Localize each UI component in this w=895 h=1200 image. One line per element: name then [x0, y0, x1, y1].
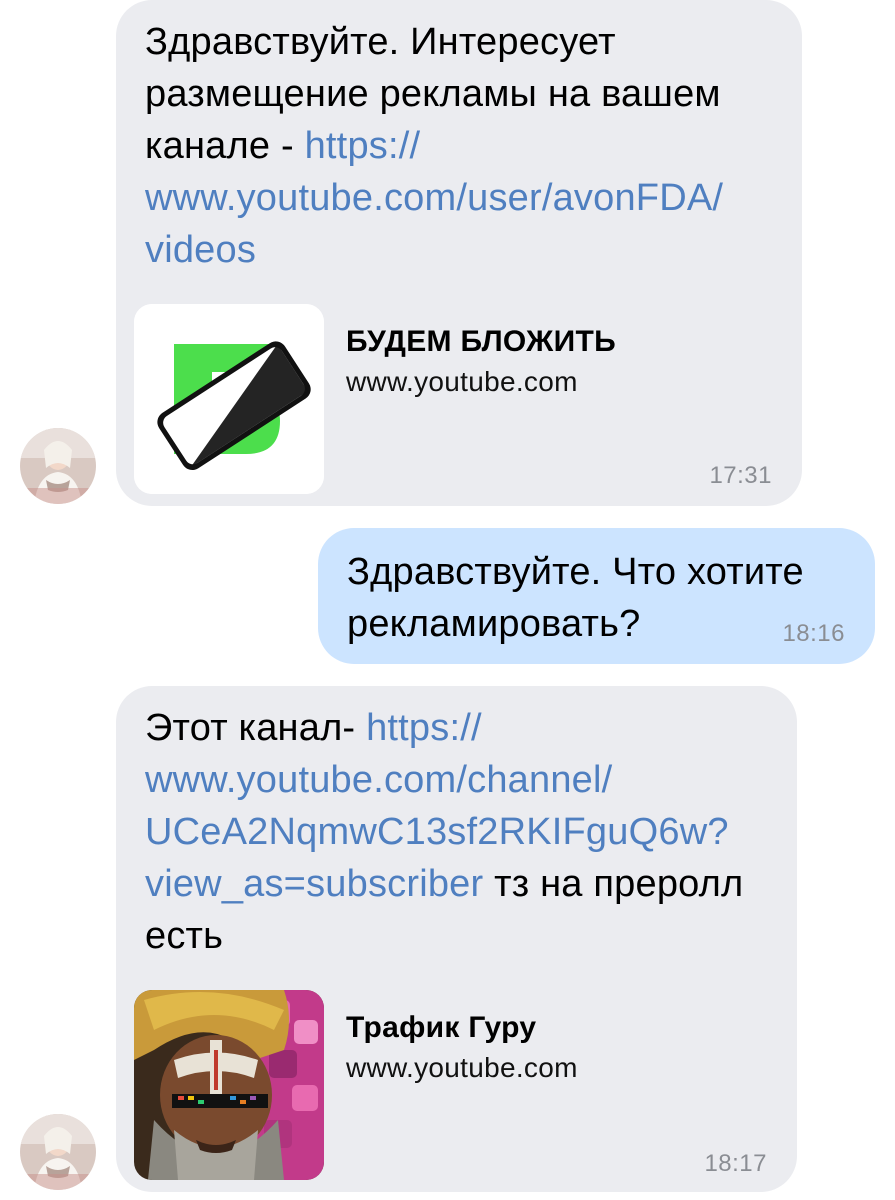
sender-avatar[interactable] — [20, 428, 96, 504]
preview-thumbnail — [134, 990, 324, 1180]
message-text: Здравствуйте. Интересует размещение рекл… — [145, 16, 775, 276]
message-body: Здравствуйте. Интересует размещение рекл… — [145, 21, 721, 167]
message-text: Этот канал- https://www.youtube.com/chan… — [145, 702, 775, 962]
link-preview-card[interactable]: БУДЕМ БЛОЖИТЬ www.youtube.com — [134, 304, 616, 494]
sender-avatar[interactable] — [20, 1114, 96, 1190]
preview-thumbnail — [134, 304, 324, 494]
message-time: 18:17 — [704, 1150, 767, 1177]
avatar-photo-icon — [20, 1114, 96, 1190]
avatar-photo-icon — [20, 428, 96, 504]
preview-title: БУДЕМ БЛОЖИТЬ — [346, 325, 616, 358]
message-bubble-incoming-2[interactable]: Этот канал- https://www.youtube.com/chan… — [116, 686, 797, 1192]
message-time: 18:16 — [782, 620, 845, 647]
link-preview-card[interactable]: Трафик Гуру www.youtube.com — [134, 990, 578, 1180]
message-text: Здравствуйте. Что хотите рекламировать? — [347, 551, 804, 645]
message-time: 17:31 — [709, 462, 772, 489]
message-bubble-outgoing[interactable]: Здравствуйте. Что хотите рекламировать? … — [318, 528, 875, 664]
message-bubble-incoming-1[interactable]: Здравствуйте. Интересует размещение рекл… — [116, 0, 802, 506]
preview-domain: www.youtube.com — [346, 366, 578, 397]
preview-title: Трафик Гуру — [346, 1011, 537, 1044]
budem-blozhit-logo-icon — [134, 304, 324, 494]
preview-domain: www.youtube.com — [346, 1052, 578, 1083]
message-body: Этот канал- — [145, 707, 367, 749]
trafik-guru-thumbnail-icon — [134, 990, 324, 1180]
